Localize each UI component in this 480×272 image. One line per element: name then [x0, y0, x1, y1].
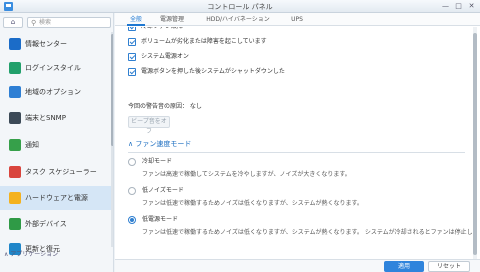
last-beep-reason: 今回の警告音の原因： なし — [128, 103, 202, 110]
fan-mode-description: ファンは高速で稼働してシステムを冷やしますが、ノイズが大きくなります。 — [142, 171, 351, 178]
beep-off-button[interactable]: ビープ音をオフ — [128, 116, 170, 135]
close-button[interactable]: ✕ — [466, 1, 477, 12]
window-titlebar: コントロール パネル — □ ✕ — [0, 0, 480, 13]
sidebar-item-label: 情報センター — [25, 40, 67, 48]
lightbulb-icon — [9, 192, 21, 204]
tab[interactable]: HDD/ハイバネーション — [197, 13, 279, 26]
sidebar: ⌂ ⚲ 検索 情報センターログインスタイル 地域のオプション 端末とSNMP 通知タス… — [0, 13, 114, 272]
sidebar-item[interactable]: 端末とSNMP — [0, 106, 111, 130]
palette-icon — [9, 62, 21, 74]
checkbox-checked[interactable] — [128, 68, 136, 76]
sidebar-item[interactable]: 情報センター — [0, 32, 111, 56]
sidebar-item-label: 端末とSNMP — [25, 114, 66, 122]
tab[interactable]: 電源管理 — [153, 13, 191, 26]
calendar-icon — [9, 166, 21, 178]
sidebar-item[interactable]: 通知 — [0, 133, 111, 157]
checkbox-label: 電源ボタンを押した後システムがシャットダウンした — [141, 68, 285, 75]
section-divider — [128, 152, 465, 153]
sidebar-item-label: 通知 — [25, 141, 39, 149]
sidebar-item[interactable]: 地域のオプション — [0, 80, 111, 104]
footer-bar: 適用 リセット — [115, 259, 480, 272]
sidebar-item[interactable]: 外部デバイス — [0, 212, 111, 236]
sidebar-item-label: ログインスタイル — [25, 64, 81, 72]
fan-mode-description: ファンは低速で稼働するためノイズは低くなりますが、システムが熱くなります。 — [142, 200, 363, 207]
content-scrollbar[interactable] — [473, 27, 477, 259]
checkbox-label: ボリュームが劣化または障害を起こしています — [141, 38, 267, 45]
reset-button[interactable]: リセット — [428, 261, 470, 272]
usb-device-icon — [9, 218, 21, 230]
fan-mode-label[interactable]: 低ノイズモード — [142, 186, 184, 196]
sidebar-scrollbar[interactable] — [111, 32, 113, 247]
settings-content: 冷却ファン故障ボリュームが劣化または障害を起こしていますシステム電源オン電源ボタ… — [115, 27, 472, 249]
checkbox-label: 冷却ファン故障 — [141, 27, 183, 32]
home-icon: ⌂ — [10, 18, 16, 26]
sidebar-section-applications[interactable]: ∧ アプリケーション — [4, 249, 58, 258]
info-icon — [9, 38, 21, 50]
sidebar-item[interactable]: ログインスタイル — [0, 56, 111, 80]
search-input[interactable]: ⚲ 検索 — [27, 17, 111, 28]
checkbox-checked[interactable] — [128, 27, 136, 31]
content-scroll-thumb[interactable] — [473, 33, 477, 255]
sidebar-scroll-thumb[interactable] — [111, 34, 113, 146]
sidebar-item-label: タスク スケジューラー — [25, 168, 97, 176]
sidebar-item[interactable]: タスク スケジューラー — [0, 160, 111, 184]
tab[interactable]: UPS — [285, 13, 309, 26]
fan-speed-section-title[interactable]: ∧ ファン速度モード — [128, 139, 191, 149]
fan-mode-label[interactable]: 低電源モード — [142, 215, 178, 225]
maximize-button[interactable]: □ — [453, 1, 464, 12]
sidebar-item-label: ハードウェアと電源 — [25, 194, 88, 202]
fan-mode-radio[interactable] — [128, 216, 136, 224]
search-icon: ⚲ — [31, 19, 37, 27]
sidebar-item-label: 地域のオプション — [25, 88, 81, 96]
globe-icon — [9, 86, 21, 98]
main-panel: 全般電源管理 HDD/ハイバネーション UPS 冷却ファン故障ボリュームが劣化または… — [115, 13, 480, 272]
minimize-button[interactable]: — — [440, 1, 451, 12]
sidebar-item[interactable]: ハードウェアと電源 — [0, 186, 111, 210]
sidebar-item-label: 外部デバイス — [25, 220, 67, 228]
chat-bubble-icon — [9, 139, 21, 151]
window-title: コントロール パネル — [207, 3, 273, 11]
fan-mode-radio[interactable] — [128, 187, 136, 195]
fan-mode-description: ファンは低速で稼働するためノイズは低くなりますが、システムが熱くなります。 シス… — [142, 229, 472, 236]
checkbox-checked[interactable] — [128, 53, 136, 61]
home-button[interactable]: ⌂ — [3, 17, 23, 28]
terminal-icon — [9, 112, 21, 124]
fan-mode-label[interactable]: 冷却モード — [142, 157, 172, 167]
fan-mode-radio[interactable] — [128, 158, 136, 166]
search-placeholder: 検索 — [39, 19, 52, 26]
apply-button[interactable]: 適用 — [384, 261, 424, 272]
tab-bar: 全般 電源管理 HDD/ハイバネーション UPS — [115, 13, 480, 26]
tab[interactable]: 全般 — [127, 13, 145, 26]
checkbox-checked[interactable] — [128, 38, 136, 46]
checkbox-label: システム電源オン — [141, 53, 189, 60]
